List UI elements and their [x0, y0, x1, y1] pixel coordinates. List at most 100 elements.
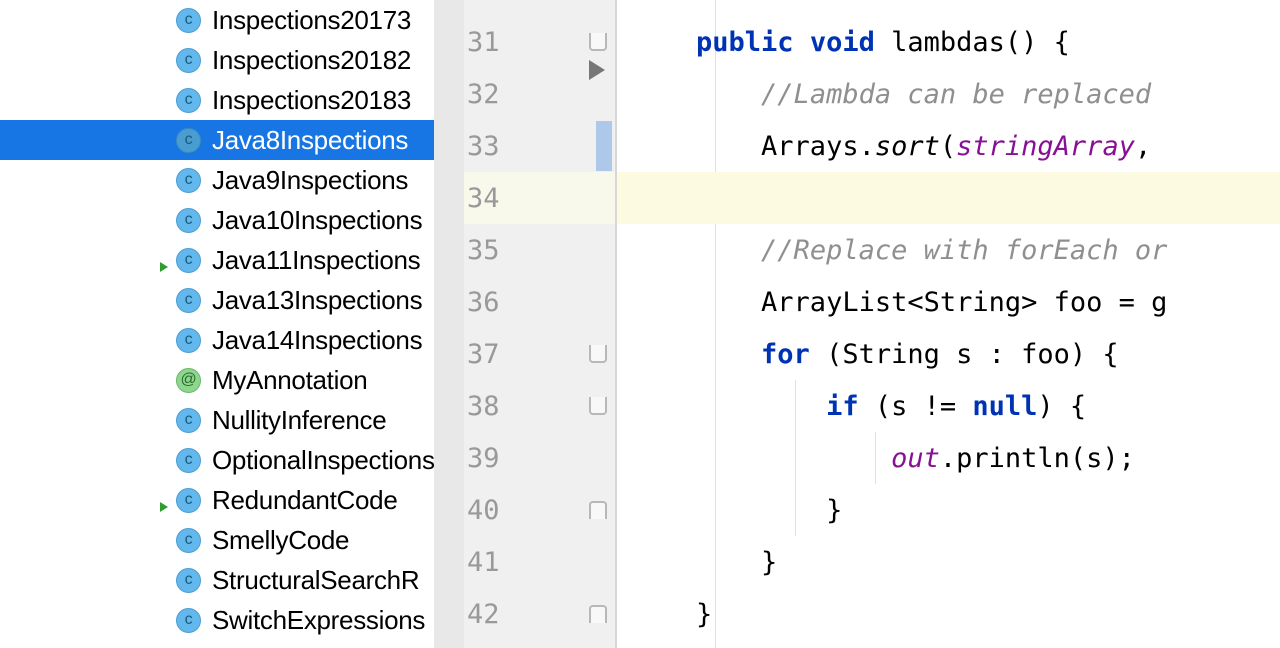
- class-icon: c: [176, 528, 201, 553]
- tree-item-java9inspections[interactable]: cJava9Inspections: [0, 160, 434, 200]
- cursor-line-marker: [596, 121, 612, 171]
- tree-item-label: RedundantCode: [212, 485, 397, 516]
- line-number: 38: [467, 391, 500, 422]
- line-number: 31: [467, 27, 500, 58]
- tree-item-redundantcode[interactable]: c RedundantCode: [0, 480, 434, 520]
- code-token: public void: [696, 27, 875, 58]
- gutter-line-40[interactable]: 40: [434, 484, 615, 536]
- gutter-line-32[interactable]: 32: [434, 68, 615, 120]
- code-token: //Lambda can be replaced: [761, 79, 1151, 110]
- fold-marker-icon[interactable]: [589, 501, 607, 519]
- code-line-35[interactable]: //Replace with forEach or: [617, 224, 1280, 276]
- tree-item-java8inspections[interactable]: cJava8Inspections: [0, 120, 434, 160]
- code-line-32[interactable]: //Lambda can be replaced: [617, 68, 1280, 120]
- gutter-line-39[interactable]: 39: [434, 432, 615, 484]
- class-icon: c: [176, 208, 201, 233]
- project-tree-sidebar[interactable]: cInspections20173cInspections20182cInspe…: [0, 0, 434, 648]
- code-token: Arrays.: [631, 131, 875, 162]
- code-line-36[interactable]: ArrayList<String> foo = g: [617, 276, 1280, 328]
- code-token: }: [631, 599, 712, 630]
- gutter-line-33[interactable]: 33: [434, 120, 615, 172]
- code-line-40[interactable]: }: [617, 484, 1280, 536]
- gutter-line-35[interactable]: 35: [434, 224, 615, 276]
- code-token: for: [761, 339, 810, 370]
- gutter-line-42[interactable]: 42: [434, 588, 615, 640]
- gutter-line-36[interactable]: 36: [434, 276, 615, 328]
- tree-item-label: StructuralSearchR: [212, 565, 419, 596]
- tree-item-label: SwitchExpressions: [212, 605, 425, 636]
- code-token: [631, 443, 891, 474]
- line-number: 39: [467, 443, 500, 474]
- class-icon: c: [176, 288, 201, 313]
- code-editor[interactable]: public void lambdas() { //Lambda can be …: [617, 0, 1280, 648]
- code-line-33[interactable]: Arrays.sort(stringArray,: [617, 120, 1280, 172]
- code-token: ArrayList<String> foo = g: [631, 287, 1167, 318]
- tree-item-label: MyAnnotation: [212, 365, 367, 396]
- tree-item-inspections20183[interactable]: cInspections20183: [0, 80, 434, 120]
- code-token: .println(s);: [940, 443, 1135, 474]
- code-token: [631, 339, 761, 370]
- tree-item-label: NullityInference: [212, 405, 386, 436]
- line-number: 32: [467, 79, 500, 110]
- code-token: }: [631, 495, 842, 526]
- tree-item-java14inspections[interactable]: cJava14Inspections: [0, 320, 434, 360]
- gutter-line-34[interactable]: 34: [434, 172, 615, 224]
- tree-item-inspections20182[interactable]: cInspections20182: [0, 40, 434, 80]
- class-icon: c: [176, 168, 201, 193]
- code-token: stringArray: [956, 131, 1135, 162]
- code-line-39[interactable]: out.println(s);: [617, 432, 1280, 484]
- code-line-41[interactable]: }: [617, 536, 1280, 588]
- tree-item-structuralsearchr[interactable]: c StructuralSearchR: [0, 560, 434, 600]
- code-line-38[interactable]: if (s != null) {: [617, 380, 1280, 432]
- code-line-37[interactable]: for (String s : foo) {: [617, 328, 1280, 380]
- line-number: 40: [467, 495, 500, 526]
- tree-item-java10inspections[interactable]: cJava10Inspections: [0, 200, 434, 240]
- tree-item-label: OptionalInspections: [212, 445, 434, 476]
- code-token: lambdas() {: [875, 27, 1070, 58]
- indent-guide: [795, 380, 796, 432]
- fold-marker-icon[interactable]: [589, 605, 607, 623]
- annotation-icon: @: [176, 368, 201, 393]
- tree-item-inspections20173[interactable]: cInspections20173: [0, 0, 434, 40]
- tree-item-java11inspections[interactable]: c Java11Inspections: [0, 240, 434, 280]
- tree-item-label: Java13Inspections: [212, 285, 422, 316]
- line-number: 34: [467, 183, 500, 214]
- fold-marker-icon[interactable]: [589, 33, 607, 51]
- tree-item-label: SmellyCode: [212, 525, 349, 556]
- tree-item-label: Inspections20182: [212, 45, 411, 76]
- code-token: //Replace with forEach or: [761, 235, 1167, 266]
- tree-item-smellycode[interactable]: c SmellyCode: [0, 520, 434, 560]
- indent-guide: [795, 484, 796, 536]
- indent-guide: [795, 432, 796, 484]
- line-number: 41: [467, 547, 500, 578]
- code-line-34[interactable]: [617, 172, 1280, 224]
- code-line-42[interactable]: }: [617, 588, 1280, 640]
- code-token: ) {: [1037, 391, 1086, 422]
- tree-item-myannotation[interactable]: @ MyAnnotation: [0, 360, 434, 400]
- tree-item-optionalinspections[interactable]: cOptionalInspections: [0, 440, 434, 480]
- tree-item-label: Java11Inspections: [212, 245, 420, 276]
- tree-item-nullityinference[interactable]: cNullityInference: [0, 400, 434, 440]
- class-icon: c: [176, 248, 201, 273]
- code-token: [631, 391, 826, 422]
- class-icon: c: [176, 608, 201, 633]
- gutter-line-37[interactable]: 37: [434, 328, 615, 380]
- fold-marker-icon[interactable]: [589, 397, 607, 415]
- code-line-31[interactable]: public void lambdas() {: [617, 16, 1280, 68]
- line-number: 37: [467, 339, 500, 370]
- tree-item-java13inspections[interactable]: c Java13Inspections: [0, 280, 434, 320]
- editor-gutter[interactable]: 31 32 33 34 3536 37 38 39 40 41 42: [434, 0, 617, 648]
- code-token: sort: [875, 131, 940, 162]
- tree-item-switchexpressions[interactable]: c SwitchExpressions: [0, 600, 434, 640]
- line-number: 42: [467, 599, 500, 630]
- code-token: [631, 27, 696, 58]
- gutter-line-38[interactable]: 38: [434, 380, 615, 432]
- class-icon: c: [176, 568, 201, 593]
- code-token: out: [891, 443, 940, 474]
- fold-marker-icon[interactable]: [589, 345, 607, 363]
- gutter-line-41[interactable]: 41: [434, 536, 615, 588]
- code-token: (: [940, 131, 956, 162]
- class-icon: c: [176, 488, 201, 513]
- gutter-line-31[interactable]: 31: [434, 16, 615, 68]
- tree-item-label: Java8Inspections: [212, 125, 408, 156]
